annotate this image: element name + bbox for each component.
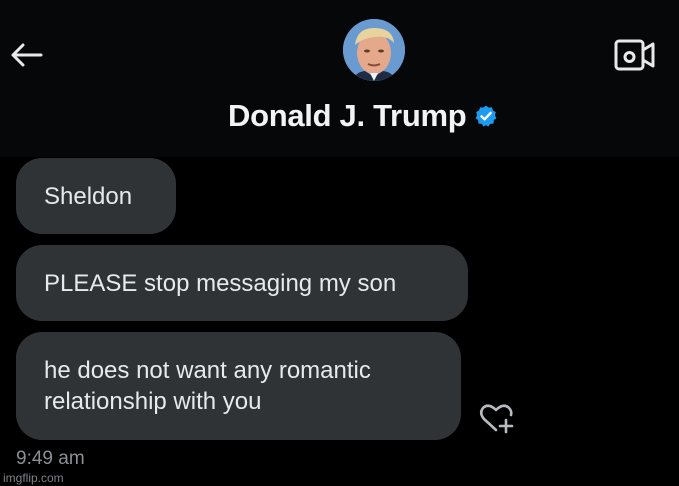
- contact-name-row[interactable]: Donald J. Trump: [228, 96, 498, 136]
- avatar-image: [343, 19, 405, 81]
- avatar[interactable]: [343, 19, 405, 81]
- message-text-line: relationship with you: [44, 388, 262, 415]
- conversation-header: Donald J. Trump: [0, 0, 679, 157]
- contact-name: Donald J. Trump: [228, 98, 467, 133]
- verified-badge-icon: [475, 105, 497, 127]
- back-button[interactable]: [8, 38, 46, 72]
- message-timestamp: 9:49 am: [16, 448, 85, 469]
- watermark: imgflip.com: [3, 471, 64, 485]
- message-bubble[interactable]: PLEASE stop messaging my son: [16, 245, 468, 321]
- message-bubble[interactable]: he does not want any romantic relationsh…: [16, 332, 461, 440]
- video-camera-icon: [614, 39, 655, 71]
- message-bubble[interactable]: Sheldon: [16, 158, 176, 234]
- message-text: he does not want any romantic relationsh…: [44, 355, 371, 417]
- heart-plus-icon: [479, 404, 514, 434]
- message-text-line: he does not want any romantic: [44, 357, 371, 384]
- message-text: PLEASE stop messaging my son: [44, 269, 397, 297]
- video-call-button[interactable]: [612, 36, 658, 74]
- arrow-left-icon: [11, 43, 43, 67]
- add-reaction-button[interactable]: [478, 402, 516, 436]
- message-text: Sheldon: [44, 182, 133, 210]
